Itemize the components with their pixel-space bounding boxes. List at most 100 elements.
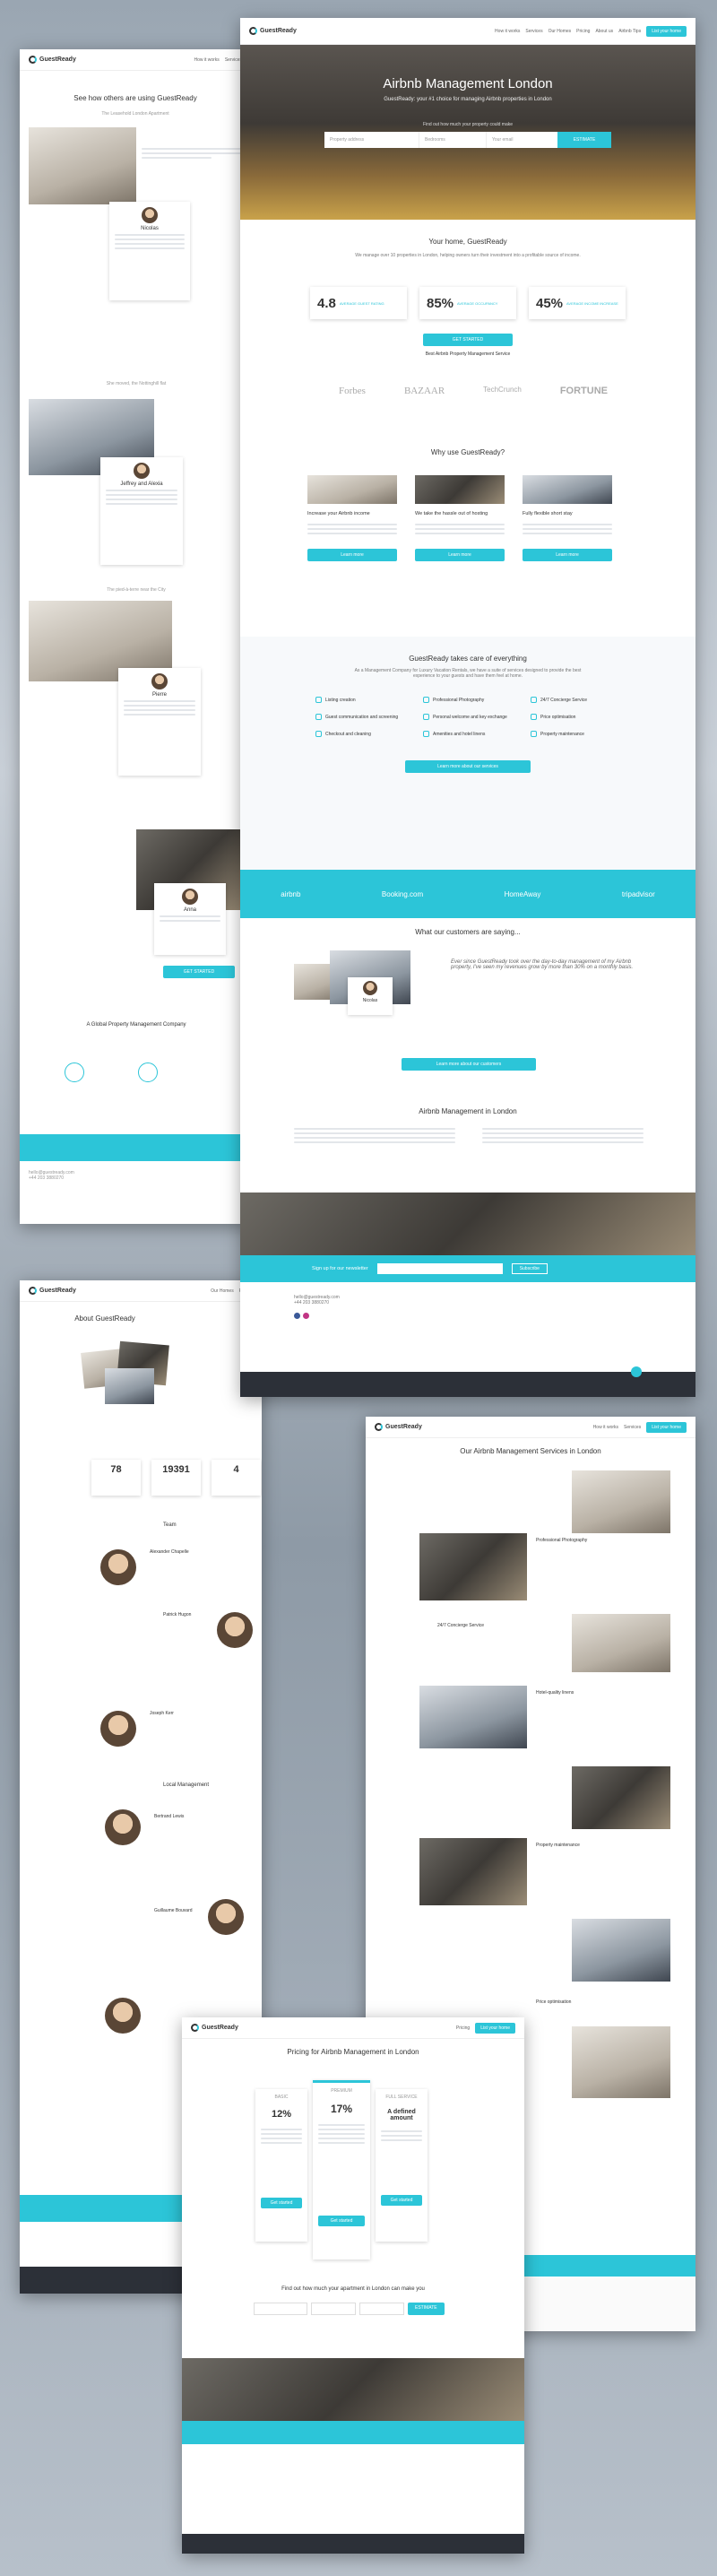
nav-item[interactable]: Pricing [576, 29, 590, 34]
logo[interactable]: GuestReady [191, 2024, 238, 2032]
footer [182, 2534, 524, 2554]
newsletter-input[interactable] [376, 1263, 503, 1274]
address-input[interactable] [254, 2303, 307, 2315]
team-member-name: Joseph Kerr [150, 1711, 174, 1716]
stats-row: 4.8 AVERAGE GUEST RATING 85% AVERAGE OCC… [310, 287, 626, 319]
logo-icon [29, 1287, 37, 1295]
nav-item[interactable]: Services [624, 1425, 641, 1430]
why-title: Increase your Airbnb income [307, 511, 370, 516]
address-input[interactable]: Property address [324, 132, 419, 148]
customers-button[interactable]: Learn more about our customers [402, 1058, 536, 1071]
instagram-icon[interactable] [303, 1313, 309, 1319]
bedrooms-select[interactable]: Bedrooms [419, 132, 486, 148]
list-home-button[interactable]: List your home [646, 25, 687, 37]
team-avatar [100, 1711, 136, 1747]
logo[interactable]: GuestReady [29, 56, 76, 64]
logo[interactable]: GuestReady [249, 27, 297, 35]
nav-item[interactable]: About us [595, 29, 613, 34]
plan-price: 12% [271, 2109, 292, 2120]
nav-item[interactable]: How it works [194, 57, 219, 63]
cleaning-icon [315, 731, 322, 737]
home-page: GuestReady How it works Services Our Hom… [240, 18, 695, 1397]
nav-item[interactable]: Our Homes [211, 1288, 234, 1294]
plan-price: A defined amount [387, 2109, 416, 2121]
services-link-button[interactable]: Learn more about our services [405, 760, 531, 773]
list-home-button[interactable]: List your home [646, 1421, 687, 1433]
feature-item: Price optimisation [531, 714, 620, 720]
plan-button[interactable]: Get started [261, 2198, 302, 2208]
press-logo: Forbes [339, 386, 366, 396]
team-member-name: Patrick Hugon [163, 1612, 192, 1618]
feature-item: Professional Photography [423, 697, 513, 703]
get-started-button[interactable]: GET STARTED [423, 334, 513, 346]
learn-more-button[interactable]: Learn more [307, 549, 397, 561]
estimate-button[interactable]: ESTIMATE [408, 2303, 445, 2315]
feature-item: Property maintenance [531, 731, 620, 737]
partner-logo: tripadvisor [621, 889, 655, 898]
plan-button[interactable]: Get started [318, 2216, 365, 2226]
estimate-button[interactable]: ESTIMATE [557, 132, 611, 148]
header: GuestReady How it works Services List yo… [366, 1417, 695, 1438]
partner-logo: HomeAway [504, 889, 541, 898]
service-photo [419, 1838, 527, 1905]
why-photo [307, 475, 397, 504]
testimonial-name: Nicolas [362, 998, 378, 1003]
care-subtitle: As a Management Company for Luxury Vacat… [354, 668, 582, 679]
learn-more-button[interactable]: Learn more [523, 549, 612, 561]
service-title: Hotel-quality linens [536, 1690, 574, 1696]
press-logo: TechCrunch [483, 386, 522, 394]
estimate-form: ESTIMATE [254, 2303, 445, 2315]
city-banner [182, 2358, 524, 2421]
nav-item[interactable]: Airbnb Tips [618, 29, 641, 34]
testimonial-card: Nicolas [109, 202, 190, 300]
plan-price: 17% [330, 2103, 353, 2115]
nav-item[interactable]: Our Homes [549, 29, 572, 34]
logo[interactable]: GuestReady [375, 1423, 422, 1431]
nav-item[interactable]: Pricing [456, 2025, 470, 2031]
footer-phone[interactable]: +44 203 3880270 [294, 1300, 642, 1305]
hero: Airbnb Management London GuestReady: you… [240, 45, 695, 220]
logo-text: GuestReady [39, 56, 76, 63]
pricing-plans: BASIC 12% Get started PREMIUM 17% Get st… [255, 2080, 428, 2259]
section-title: Your home, GuestReady [428, 238, 507, 246]
concierge-icon [531, 697, 537, 703]
email-input[interactable]: Your email [486, 132, 557, 148]
bedrooms-select[interactable] [311, 2303, 356, 2315]
testimonials-page: GuestReady How it works Services See how… [20, 49, 251, 1224]
logo[interactable]: GuestReady [29, 1287, 76, 1295]
avatar [134, 463, 150, 479]
facebook-icon[interactable] [294, 1313, 300, 1319]
service-photo [572, 1766, 670, 1829]
footer-phone[interactable]: +44 203 3880270 [29, 1175, 242, 1181]
stat-value: 45% [536, 295, 564, 311]
chat-icon[interactable] [631, 1366, 642, 1377]
header: GuestReady Pricing List your home [182, 2017, 524, 2039]
person-name: Anna [183, 907, 196, 913]
page-title: Pricing for Airbnb Management in London [287, 2048, 419, 2056]
nav-item[interactable]: How it works [495, 29, 520, 34]
subscribe-button[interactable]: Subscribe [511, 1263, 548, 1274]
why-photo [415, 475, 505, 504]
why-title: We take the hassle out of hosting [415, 511, 488, 516]
service-title: Price optimisation [536, 1999, 572, 2005]
testimonial-card: Jeffrey and Alexia [100, 457, 183, 565]
plan-card: PREMIUM 17% Get started [313, 2080, 370, 2259]
get-started-button[interactable]: GET STARTED [163, 966, 235, 978]
section-label: She moved, the Nottinghill flat [106, 381, 167, 386]
nav-item[interactable]: Services [525, 29, 542, 34]
estimate-title: Find out how much your apartment in Lond… [281, 2286, 425, 2292]
stat-label: AVERAGE GUEST RATING [339, 300, 384, 306]
stat-value: 4.8 [317, 295, 336, 311]
service-photo [419, 1686, 527, 1748]
list-home-button[interactable]: List your home [475, 2022, 515, 2034]
footer-links [182, 2444, 524, 2534]
email-input[interactable] [359, 2303, 404, 2315]
footer: hello@guestready.com +44 203 3880270 [20, 1161, 251, 1224]
learn-more-button[interactable]: Learn more [415, 549, 505, 561]
nav-item[interactable]: How it works [593, 1425, 618, 1430]
team-avatar [217, 1612, 253, 1648]
plan-card: FULL SERVICE A defined amount Get starte… [376, 2089, 428, 2242]
team-title: Team [163, 1522, 177, 1528]
stat-value: 4 [233, 1464, 239, 1475]
plan-button[interactable]: Get started [381, 2195, 422, 2206]
